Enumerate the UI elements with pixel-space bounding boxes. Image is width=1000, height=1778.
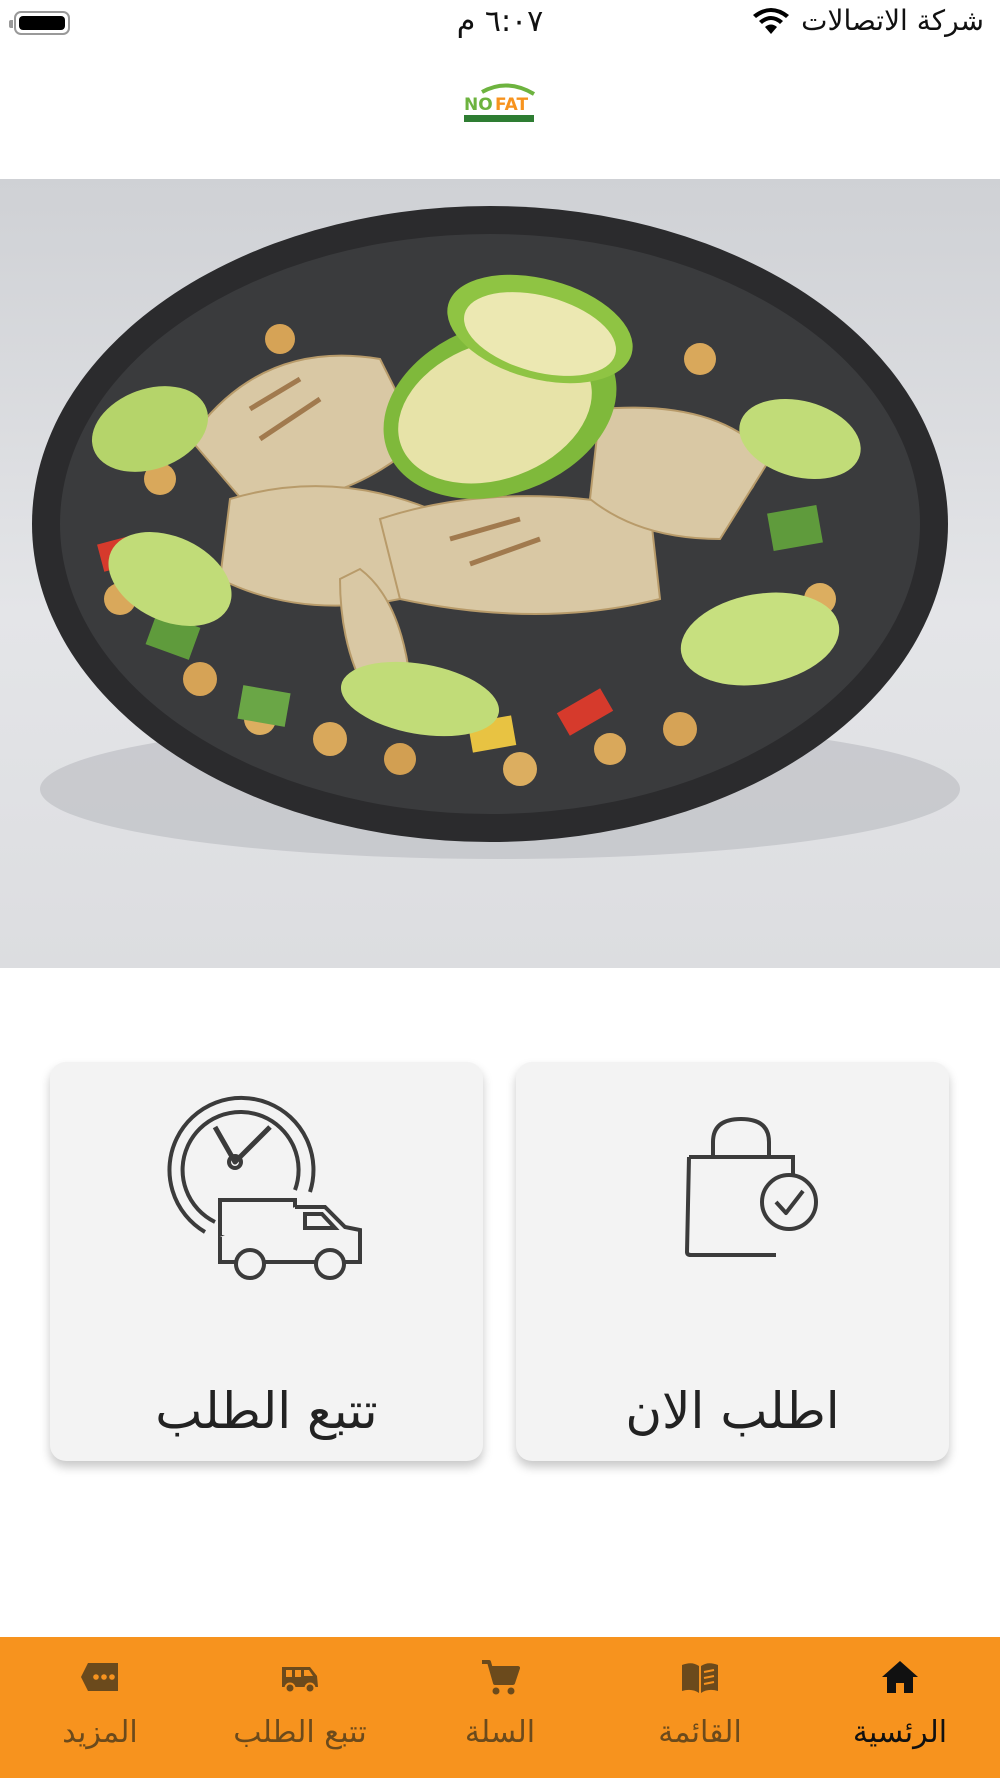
nav-item-track-order[interactable]: تتبع الطلب xyxy=(200,1637,400,1778)
home-icon xyxy=(882,1661,918,1693)
nav-label-cart: السلة xyxy=(464,1715,536,1750)
order-now-label: اطلب الان xyxy=(625,1382,840,1440)
nav-label-track-order: تتبع الطلب xyxy=(233,1715,367,1750)
nav-label-home: الرئسية xyxy=(852,1715,948,1750)
status-bar: ٦:٠٧ م شركة الاتصالات xyxy=(0,0,1000,50)
track-order-label: تتبع الطلب xyxy=(155,1382,378,1440)
battery-icon xyxy=(9,11,70,35)
app-header: NO FAT xyxy=(0,50,1000,179)
truck-icon xyxy=(282,1667,318,1694)
track-order-card[interactable]: تتبع الطلب xyxy=(50,1062,483,1461)
wifi-icon xyxy=(753,7,790,34)
nav-item-more[interactable]: المزيد xyxy=(0,1637,200,1778)
hero-carousel[interactable] xyxy=(0,179,1000,968)
shopping-bag-check-icon xyxy=(685,1117,818,1257)
logo-no: NO xyxy=(464,95,493,115)
order-now-card[interactable]: اطلب الان xyxy=(516,1062,949,1461)
nav-label-menu: القائمة xyxy=(658,1715,742,1750)
menu-book-icon xyxy=(682,1663,718,1693)
carrier: شركة الاتصالات xyxy=(751,4,984,37)
nav-item-cart[interactable]: السلة xyxy=(400,1637,600,1778)
logo-fat: FAT xyxy=(495,95,528,115)
status-time: ٦:٠٧ م xyxy=(456,4,544,39)
nofat-logo: NO FAT xyxy=(464,83,536,122)
bottom-navigation: الرئسية القائمة السلة تتبع الطلب المزيد xyxy=(0,1637,1000,1778)
nav-item-menu[interactable]: القائمة xyxy=(600,1637,800,1778)
nav-label-more: المزيد xyxy=(62,1715,138,1750)
cart-icon xyxy=(482,1660,520,1695)
salad-bowl-image xyxy=(32,206,960,859)
nav-item-home[interactable]: الرئسية xyxy=(800,1637,1000,1778)
more-icon xyxy=(81,1663,118,1691)
clock-delivery-truck-icon xyxy=(167,1095,362,1280)
carrier-name: شركة الاتصالات xyxy=(801,4,984,37)
